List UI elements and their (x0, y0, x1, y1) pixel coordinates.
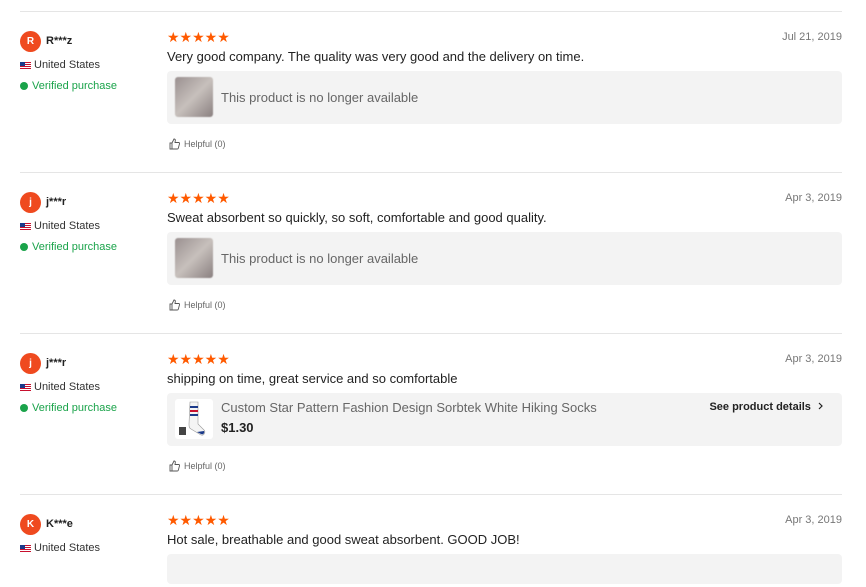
reviewer-name: j***r (46, 196, 67, 208)
avatar: K (20, 513, 41, 535)
helpful-label: Helpful (0) (184, 300, 226, 310)
star-icon: ★★★★★ (167, 190, 230, 206)
star-icon: ★★★★★ (167, 512, 230, 528)
verified-label: Verified purchase (32, 402, 117, 414)
avatar: j (20, 191, 41, 213)
product-thumbnail (175, 238, 213, 278)
chevron-right-icon (818, 402, 823, 410)
review-text: Very good company. The quality was very … (167, 49, 585, 64)
helpful-label: Helpful (0) (184, 139, 226, 149)
country-label: United States (34, 220, 101, 232)
helpful-button[interactable]: Helpful (0) (169, 299, 226, 311)
star-icon: ★★★★★ (167, 29, 230, 45)
review-text: Hot sale, breathable and good sweat abso… (167, 532, 520, 547)
review-date: Apr 3, 2019 (785, 514, 842, 526)
rating-stars: ★★★★★ (167, 513, 230, 527)
verified-icon (20, 243, 28, 251)
rating-stars: ★★★★★ (167, 30, 230, 44)
sock-image-icon (179, 401, 206, 436)
review-text: shipping on time, great service and so c… (167, 371, 458, 386)
country-label: United States (34, 381, 101, 393)
product-card[interactable]: Custom Star Pattern Fashion Design Sorbt… (167, 393, 842, 446)
review-text: Sweat absorbent so quickly, so soft, com… (167, 210, 547, 225)
us-flag-icon (20, 383, 31, 391)
us-flag-icon (20, 544, 31, 552)
thumbs-up-icon (169, 138, 180, 150)
review-date: Jul 21, 2019 (782, 31, 842, 43)
reviewer-name: j***r (46, 357, 67, 369)
verified-icon (20, 404, 28, 412)
reviewer-info: j j***r United States Verified purchase (20, 173, 160, 253)
helpful-button[interactable]: Helpful (0) (169, 460, 226, 472)
country-label: United States (34, 542, 101, 554)
reviewer-country: United States (20, 381, 160, 393)
verified-label: Verified purchase (32, 241, 117, 253)
product-thumbnail[interactable] (175, 399, 213, 439)
reviewer-name: R***z (46, 35, 73, 47)
review-date: Apr 3, 2019 (785, 192, 842, 204)
reviewer-country: United States (20, 220, 160, 232)
helpful-button[interactable]: Helpful (0) (169, 138, 226, 150)
rating-stars: ★★★★★ (167, 191, 230, 205)
us-flag-icon (20, 61, 31, 69)
rating-stars: ★★★★★ (167, 352, 230, 366)
product-card (167, 554, 842, 584)
helpful-label: Helpful (0) (184, 461, 226, 471)
avatar: R (20, 30, 41, 52)
product-thumbnail (175, 77, 213, 117)
product-card: This product is no longer available (167, 232, 842, 285)
product-unavailable-text: This product is no longer available (221, 251, 419, 266)
product-price: $1.30 (221, 420, 254, 435)
thumbs-up-icon (169, 299, 180, 311)
verified-label: Verified purchase (32, 80, 117, 92)
review-date: Apr 3, 2019 (785, 353, 842, 365)
reviewer-name: K***e (46, 518, 73, 530)
country-label: United States (34, 59, 101, 71)
reviewer-country: United States (20, 59, 160, 71)
verified-badge: Verified purchase (20, 241, 160, 253)
product-card: This product is no longer available (167, 71, 842, 124)
review-item: R R***z United States Verified purchase … (20, 11, 842, 172)
us-flag-icon (20, 222, 31, 230)
star-icon: ★★★★★ (167, 351, 230, 367)
verified-badge: Verified purchase (20, 80, 160, 92)
review-item: K K***e United States ★★★★★ Apr 3, 2019 … (20, 494, 842, 587)
reviewer-country: United States (20, 542, 160, 554)
review-item: j j***r United States Verified purchase … (20, 172, 842, 333)
thumbs-up-icon (169, 460, 180, 472)
avatar: j (20, 352, 41, 374)
review-item: j j***r United States Verified purchase … (20, 333, 842, 494)
see-product-details-label: See product details (709, 401, 811, 413)
see-product-details-link[interactable]: See product details (709, 401, 825, 413)
reviewer-info: j j***r United States Verified purchase (20, 334, 160, 414)
verified-icon (20, 82, 28, 90)
product-unavailable-text: This product is no longer available (221, 90, 419, 105)
reviewer-info: K K***e United States (20, 495, 160, 554)
reviewer-info: R R***z United States Verified purchase (20, 12, 160, 92)
verified-badge: Verified purchase (20, 402, 160, 414)
product-title[interactable]: Custom Star Pattern Fashion Design Sorbt… (221, 400, 597, 415)
